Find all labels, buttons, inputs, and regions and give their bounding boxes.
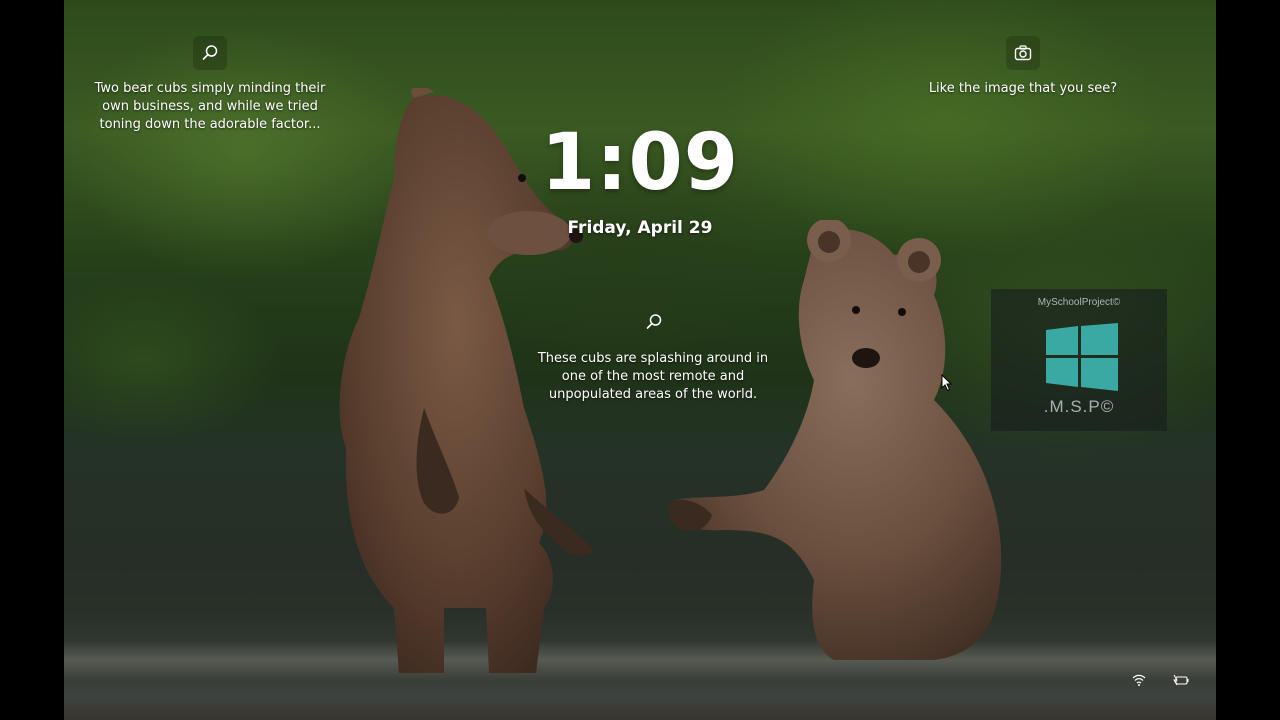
windows-logo-icon bbox=[1046, 323, 1118, 391]
spotlight-hotspot-left[interactable] bbox=[193, 36, 227, 70]
spotlight-hotspot-center[interactable] bbox=[637, 305, 671, 339]
channel-watermark: MySchoolProject© .M.S.P© bbox=[991, 289, 1167, 431]
like-image-prompt: Like the image that you see? bbox=[928, 81, 1118, 96]
caption-line: Two bear cubs simply minding their bbox=[94, 81, 326, 96]
caption-line: own business, and while we tried bbox=[102, 99, 318, 114]
caption-line: These cubs are splashing around in bbox=[537, 351, 769, 366]
bear-cub-right bbox=[668, 220, 1002, 661]
watermark-subtitle: .M.S.P© bbox=[1043, 397, 1115, 416]
lock-screen-clock: 1:09 bbox=[540, 118, 739, 208]
caption-line: unpopulated areas of the world. bbox=[548, 387, 758, 402]
battery-icon[interactable] bbox=[1173, 674, 1189, 686]
spotlight-caption-center: These cubs are splashing around in one o… bbox=[533, 350, 773, 404]
caption-line: one of the most remote and bbox=[561, 369, 745, 384]
mouse-cursor-icon bbox=[941, 374, 953, 392]
camera-icon bbox=[1014, 45, 1032, 61]
like-image-button[interactable] bbox=[1006, 36, 1040, 70]
search-icon bbox=[646, 314, 662, 329]
wifi-icon[interactable] bbox=[1132, 674, 1146, 686]
lock-screen-date: Friday, April 29 bbox=[567, 218, 713, 238]
search-icon bbox=[202, 45, 218, 60]
watermark-title: MySchoolProject© bbox=[1037, 297, 1121, 308]
